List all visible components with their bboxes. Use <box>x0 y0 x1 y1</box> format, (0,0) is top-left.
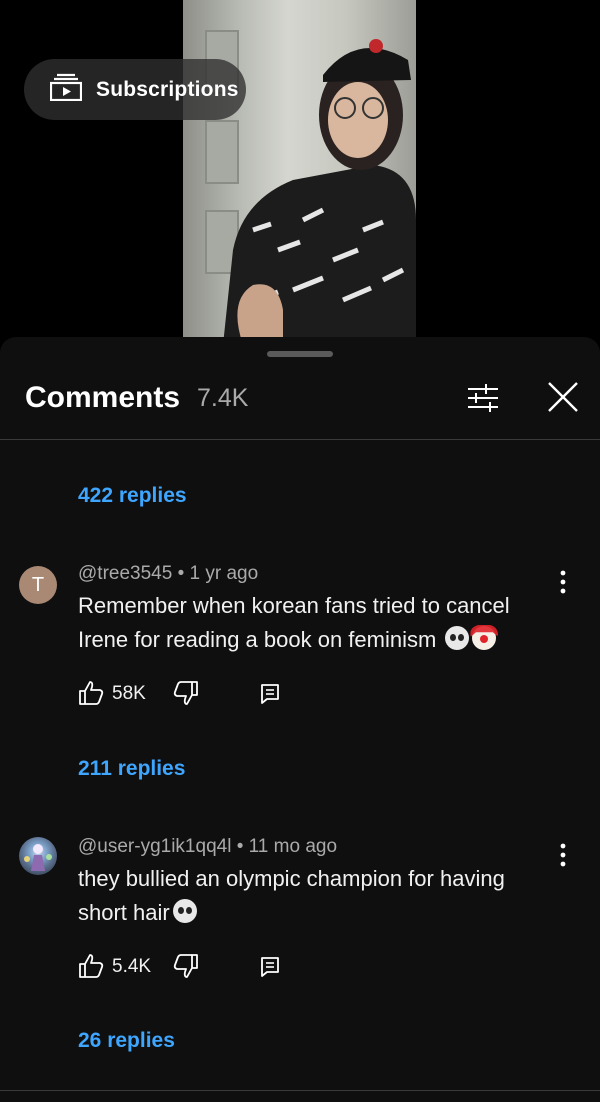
comments-header: Comments 7.4K <box>0 367 600 440</box>
comment-actions: 58K <box>78 680 298 710</box>
video-thumbnail <box>183 0 416 345</box>
comment-text: Remember when korean fans tried to cance… <box>78 589 548 657</box>
comment-body: Remember when korean fans tried to cance… <box>78 593 510 652</box>
comment-author[interactable]: @user-yg1ik1qq4l <box>78 836 231 857</box>
divider <box>0 1090 600 1091</box>
drag-handle[interactable] <box>267 351 333 357</box>
like-icon[interactable] <box>78 953 104 979</box>
skull-emoji <box>445 626 470 650</box>
filter-icon[interactable] <box>466 381 500 415</box>
comment-actions: 5.4K <box>78 953 298 983</box>
more-options-icon[interactable] <box>552 569 574 595</box>
comments-sheet: Comments 7.4K 422 replies T @tree3545 • … <box>0 337 600 1102</box>
dislike-icon[interactable] <box>173 953 199 979</box>
view-replies-link[interactable]: 211 replies <box>78 757 185 781</box>
comment-time: 11 mo ago <box>248 836 338 857</box>
video-player[interactable]: Subscriptions <box>0 0 600 345</box>
meta-separator: • <box>177 563 190 584</box>
avatar[interactable] <box>19 837 57 875</box>
comment-body: they bullied an olympic champion for hav… <box>78 866 505 925</box>
reply-icon[interactable] <box>258 953 282 979</box>
subscriptions-icon <box>49 73 83 106</box>
subscriptions-chip[interactable]: Subscriptions <box>24 59 246 120</box>
comment-meta: @tree3545 • 1 yr ago <box>78 563 258 585</box>
more-options-icon[interactable] <box>552 842 574 868</box>
like-count: 58K <box>112 683 146 704</box>
view-replies-link[interactable]: 26 replies <box>78 1029 175 1053</box>
comment-time: 1 yr ago <box>189 563 259 584</box>
comment-text: they bullied an olympic champion for hav… <box>78 862 548 930</box>
close-icon[interactable] <box>545 379 581 415</box>
view-replies-link[interactable]: 422 replies <box>78 484 187 508</box>
skull-emoji <box>172 899 197 923</box>
dislike-icon[interactable] <box>173 680 199 706</box>
avatar-letter: T <box>31 573 45 596</box>
comments-count: 7.4K <box>197 384 249 412</box>
like-count: 5.4K <box>112 956 152 977</box>
comment-meta: @user-yg1ik1qq4l • 11 mo ago <box>78 836 337 858</box>
clown-emoji <box>472 626 497 650</box>
subscriptions-label: Subscriptions <box>96 77 239 101</box>
meta-separator: • <box>236 836 249 857</box>
avatar[interactable]: T <box>19 566 57 604</box>
like-icon[interactable] <box>78 680 104 706</box>
comment-author[interactable]: @tree3545 <box>78 563 172 584</box>
reply-icon[interactable] <box>258 680 282 706</box>
comments-title: Comments <box>25 381 181 414</box>
